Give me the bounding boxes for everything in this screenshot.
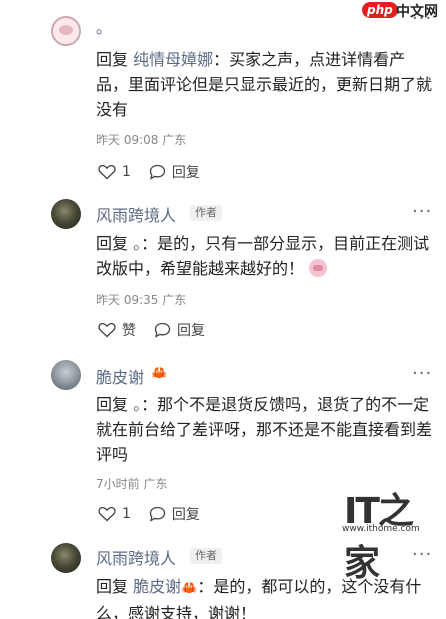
comment-bubble-icon — [149, 506, 166, 522]
ithome-url: www.ithome.com — [342, 524, 420, 534]
comment-meta: 昨天 09:08 广东 — [96, 131, 186, 148]
pig-emoji-icon — [309, 259, 328, 277]
mention-link[interactable]: 。 — [133, 395, 141, 414]
like-button[interactable]: 1 — [98, 164, 131, 180]
reply-prefix: 回复 — [96, 234, 129, 253]
reply-prefix: 回复 — [96, 395, 129, 414]
comment-actions: 1 回复 — [98, 504, 218, 524]
more-options-icon[interactable]: ··· — [412, 546, 432, 564]
php-logo-badge: php — [362, 2, 398, 18]
mention-link[interactable]: 纯情母嫜娜 — [133, 50, 213, 69]
comment-meta: 7小时前 广东 — [96, 475, 167, 492]
like-count: 1 — [122, 506, 131, 522]
crab-badge-icon: 🦀 — [181, 581, 198, 596]
comment-meta: 昨天 09:35 广东 — [96, 291, 186, 308]
comment-actions: 赞 回复 — [98, 320, 223, 340]
comment-text: 回复 脆皮谢🦀：是的，都可以的，这个没有什么，感谢支持，谢谢！ — [96, 574, 436, 619]
heart-icon — [98, 322, 116, 338]
reply-button[interactable]: 回复 — [149, 162, 200, 182]
avatar[interactable] — [51, 543, 81, 573]
reply-prefix: 回复 — [96, 577, 129, 596]
comment-time: 昨天 09:35 — [96, 293, 159, 307]
comment-username[interactable]: 风雨跨境人 — [96, 545, 176, 569]
reply-label: 回复 — [177, 323, 205, 339]
comment-username[interactable]: 。 — [96, 14, 112, 38]
author-badge: 作者 — [190, 548, 222, 564]
like-count: 1 — [122, 164, 131, 180]
comment-text: 回复 。：那个不是退货反馈吗，退货了的不一定就在前台给了差评呀，那不还是不能直接… — [96, 392, 436, 467]
avatar[interactable] — [51, 199, 81, 229]
reply-label: 回复 — [171, 165, 200, 181]
mention-link[interactable]: 。 — [133, 234, 141, 253]
heart-icon — [98, 506, 116, 522]
comment-location: 广东 — [162, 133, 187, 147]
avatar[interactable] — [51, 16, 81, 46]
comment-username[interactable]: 风雨跨境人 — [96, 202, 176, 226]
comment-location: 广东 — [162, 293, 187, 307]
author-badge: 作者 — [190, 205, 222, 221]
comment-content: ：是的，只有一部分显示，目前正在测试改版中，希望能越来越好的！ — [96, 234, 430, 278]
reply-prefix: 回复 — [96, 50, 129, 69]
comment-bubble-icon — [154, 322, 171, 338]
crab-badge-icon: 🦀 — [151, 366, 168, 381]
like-label: 赞 — [122, 323, 136, 339]
like-button[interactable]: 赞 — [98, 320, 136, 340]
avatar[interactable] — [51, 360, 81, 390]
comment-time: 昨天 09:08 — [96, 133, 159, 147]
heart-icon — [98, 164, 116, 180]
comment-content: ：那个不是退货反馈吗，退货了的不一定就在前台给了差评呀，那不还是不能直接看到差评… — [96, 395, 433, 464]
like-button[interactable]: 1 — [98, 506, 131, 522]
comment-bubble-icon — [149, 164, 166, 180]
more-options-icon[interactable]: ··· — [412, 365, 432, 383]
php-watermark-logo: php 中文网 — [362, 0, 446, 20]
comment-actions: 1 回复 — [98, 162, 218, 182]
more-options-icon[interactable]: ··· — [412, 10, 432, 28]
mention-link[interactable]: 脆皮谢 — [133, 577, 181, 596]
reply-label: 回复 — [171, 507, 200, 523]
ithome-watermark: IT之家 www.ithome.com — [342, 482, 437, 584]
comment-time: 7小时前 — [96, 477, 140, 491]
reply-button[interactable]: 回复 — [149, 504, 200, 524]
more-options-icon[interactable]: ··· — [412, 203, 432, 221]
comment-text: 回复 。：是的，只有一部分显示，目前正在测试改版中，希望能越来越好的！ — [96, 231, 436, 281]
comment-location: 广东 — [143, 477, 168, 491]
ithome-logo: IT之家 — [344, 491, 414, 584]
reply-button[interactable]: 回复 — [154, 320, 205, 340]
comment-text: 回复 纯情母嫜娜：买家之声，点进详情看产品，里面评论但是只显示最近的，更新日期了… — [96, 47, 436, 122]
comment-username[interactable]: 脆皮谢 — [96, 364, 144, 388]
